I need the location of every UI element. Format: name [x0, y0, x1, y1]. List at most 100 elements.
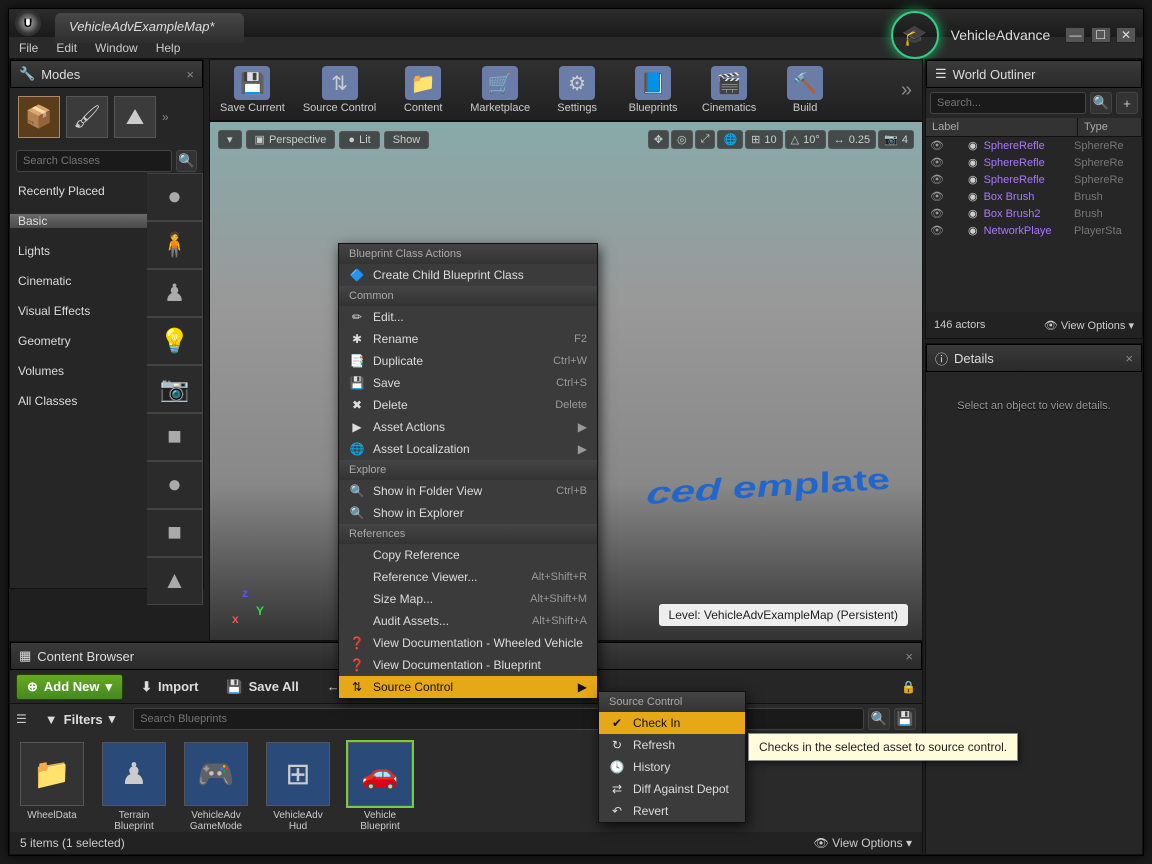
visibility-icon[interactable]: 👁 [930, 173, 944, 186]
asset-item[interactable]: 🎮VehicleAdv GameMode [182, 742, 250, 832]
vp-grid-snap-button[interactable]: ⊞ 10 [745, 130, 782, 149]
vp-perspective-button[interactable]: ▣ Perspective [246, 130, 336, 149]
asset-item[interactable]: 📁WheelData [18, 742, 86, 832]
vp-dropdown-icon[interactable]: ▾ [218, 130, 242, 149]
vp-globe-icon[interactable]: 🌐 [717, 130, 743, 149]
menu-item-duplicate[interactable]: 📑DuplicateCtrl+W [339, 350, 597, 372]
menu-item-save[interactable]: 💾SaveCtrl+S [339, 372, 597, 394]
vp-surface-icon[interactable]: ⤢ [695, 130, 716, 149]
outliner-col-label[interactable]: Label [926, 118, 1078, 136]
close-icon[interactable]: × [1125, 351, 1133, 366]
close-button[interactable]: ✕ [1116, 27, 1136, 43]
vp-transform-icon[interactable]: ✥ [648, 130, 669, 149]
placeable-thumb[interactable]: ■ [147, 509, 203, 557]
close-icon[interactable]: × [186, 67, 194, 82]
menu-item-source-control[interactable]: ⇅Source Control▶ [339, 676, 597, 698]
outliner-row[interactable]: 👁◉NetworkPlayePlayerSta [926, 222, 1142, 239]
outliner-row[interactable]: 👁◉Box Brush2Brush [926, 205, 1142, 222]
menu-item-history[interactable]: 🕓History [599, 756, 745, 778]
visibility-icon[interactable]: 👁 [930, 190, 944, 203]
content-search-input[interactable] [133, 708, 864, 730]
mode-landscape-icon[interactable]: ⛰ [114, 96, 156, 138]
maximize-button[interactable]: ☐ [1091, 27, 1111, 43]
menu-item-revert[interactable]: ↶Revert [599, 800, 745, 822]
document-tab[interactable]: VehicleAdvExampleMap* [55, 13, 244, 43]
outliner-row[interactable]: 👁◉Box BrushBrush [926, 188, 1142, 205]
toolbar-build[interactable]: 🔨Build [776, 66, 834, 114]
outliner-col-type[interactable]: Type [1078, 118, 1142, 136]
minimize-button[interactable]: — [1065, 27, 1085, 43]
menu-item-create-child-blueprint-class[interactable]: 🔷Create Child Blueprint Class [339, 264, 597, 286]
menu-item-show-in-explorer[interactable]: 🔍Show in Explorer [339, 502, 597, 524]
search-icon[interactable]: 🔍 [1090, 92, 1112, 114]
outliner-row[interactable]: 👁◉SphereRefleSphereRe [926, 137, 1142, 154]
toolbar-save-current[interactable]: 💾Save Current [220, 66, 285, 114]
add-actor-button[interactable]: + [1116, 92, 1138, 114]
menu-item-rename[interactable]: ✱RenameF2 [339, 328, 597, 350]
visibility-icon[interactable]: 👁 [930, 207, 944, 220]
menu-item-diff-against-depot[interactable]: ⇄Diff Against Depot [599, 778, 745, 800]
placeable-thumb[interactable]: 💡 [147, 317, 203, 365]
menu-item-audit-assets-[interactable]: Audit Assets...Alt+Shift+A [339, 610, 597, 632]
visibility-icon[interactable]: 👁 [930, 139, 944, 152]
sources-toggle-icon[interactable]: ☰ [16, 712, 27, 726]
mode-place-icon[interactable]: 📦 [18, 96, 60, 138]
asset-item[interactable]: 🚗Vehicle Blueprint [346, 742, 414, 832]
visibility-icon[interactable]: 👁 [930, 156, 944, 169]
modes-search-input[interactable] [16, 150, 172, 172]
placeable-thumb[interactable]: 📷 [147, 365, 203, 413]
toolbar-settings[interactable]: ⚙Settings [548, 66, 606, 114]
import-button[interactable]: ⬇ Import [131, 675, 208, 699]
placeable-thumb[interactable]: ♟ [147, 269, 203, 317]
mode-more-icon[interactable]: » [162, 110, 169, 124]
toolbar-source-control[interactable]: ⇅Source Control [303, 66, 376, 114]
toolbar-marketplace[interactable]: 🛒Marketplace [470, 66, 530, 114]
asset-item[interactable]: ⊞VehicleAdv Hud [264, 742, 332, 832]
tutorial-cap-icon[interactable] [891, 11, 939, 59]
menu-item-check-in[interactable]: ✔Check In [599, 712, 745, 734]
vp-coord-icon[interactable]: ◎ [671, 130, 693, 149]
filters-button[interactable]: ▼ Filters ▾ [35, 707, 125, 731]
menu-item-view-documentation-blueprint[interactable]: ❓View Documentation - Blueprint [339, 654, 597, 676]
vp-show-button[interactable]: Show [384, 131, 430, 149]
search-icon[interactable]: 🔍 [176, 150, 197, 172]
add-new-button[interactable]: ⊕ Add New ▾ [16, 674, 123, 700]
toolbar-cinematics[interactable]: 🎬Cinematics [700, 66, 758, 114]
mode-paint-icon[interactable]: 🖌 [66, 96, 108, 138]
visibility-icon[interactable]: 👁 [930, 224, 944, 237]
menu-item-size-map-[interactable]: Size Map...Alt+Shift+M [339, 588, 597, 610]
close-icon[interactable]: × [905, 649, 913, 664]
vp-scale-snap-button[interactable]: ↔ 0.25 [828, 130, 876, 149]
lock-icon[interactable]: 🔒 [901, 680, 916, 694]
dropdown-icon[interactable]: 🔧 [19, 66, 35, 82]
placeable-thumb[interactable]: 🧍 [147, 221, 203, 269]
vp-rot-snap-button[interactable]: △ 10° [785, 130, 826, 149]
toolbar-overflow-icon[interactable]: » [901, 79, 912, 102]
menu-item-edit-[interactable]: ✏Edit... [339, 306, 597, 328]
menu-item-asset-actions[interactable]: ▶Asset Actions▶ [339, 416, 597, 438]
outliner-search-input[interactable] [930, 92, 1086, 114]
menu-item-reference-viewer-[interactable]: Reference Viewer...Alt+Shift+R [339, 566, 597, 588]
content-view-options[interactable]: 👁 View Options ▾ [814, 836, 912, 850]
placeable-thumb[interactable]: ■ [147, 413, 203, 461]
toolbar-blueprints[interactable]: 📘Blueprints [624, 66, 682, 114]
outliner-row[interactable]: 👁◉SphereRefleSphereRe [926, 154, 1142, 171]
outliner-row[interactable]: 👁◉SphereRefleSphereRe [926, 171, 1142, 188]
vp-cam-speed-button[interactable]: 📷 4 [878, 130, 914, 149]
toolbar-content[interactable]: 📁Content [394, 66, 452, 114]
save-all-button[interactable]: 💾 Save All [216, 675, 308, 699]
menu-item-view-documentation-wheeled-vehicle[interactable]: ❓View Documentation - Wheeled Vehicle [339, 632, 597, 654]
outliner-view-options[interactable]: 👁 View Options ▾ [1044, 319, 1134, 332]
placeable-thumb[interactable]: ● [147, 461, 203, 509]
asset-item[interactable]: ♟Terrain Blueprint [100, 742, 168, 832]
menu-item-delete[interactable]: ✖DeleteDelete [339, 394, 597, 416]
search-icon[interactable]: 🔍 [868, 708, 890, 730]
vp-lit-button[interactable]: ● Lit [339, 131, 379, 149]
placeable-thumb[interactable]: ● [147, 173, 203, 221]
menu-item-show-in-folder-view[interactable]: 🔍Show in Folder ViewCtrl+B [339, 480, 597, 502]
menu-item-asset-localization[interactable]: 🌐Asset Localization▶ [339, 438, 597, 460]
menu-item-refresh[interactable]: ↻Refresh [599, 734, 745, 756]
menu-file[interactable]: File [19, 41, 38, 55]
save-search-icon[interactable]: 💾 [894, 708, 916, 730]
placeable-thumb[interactable]: ▲ [147, 557, 203, 605]
